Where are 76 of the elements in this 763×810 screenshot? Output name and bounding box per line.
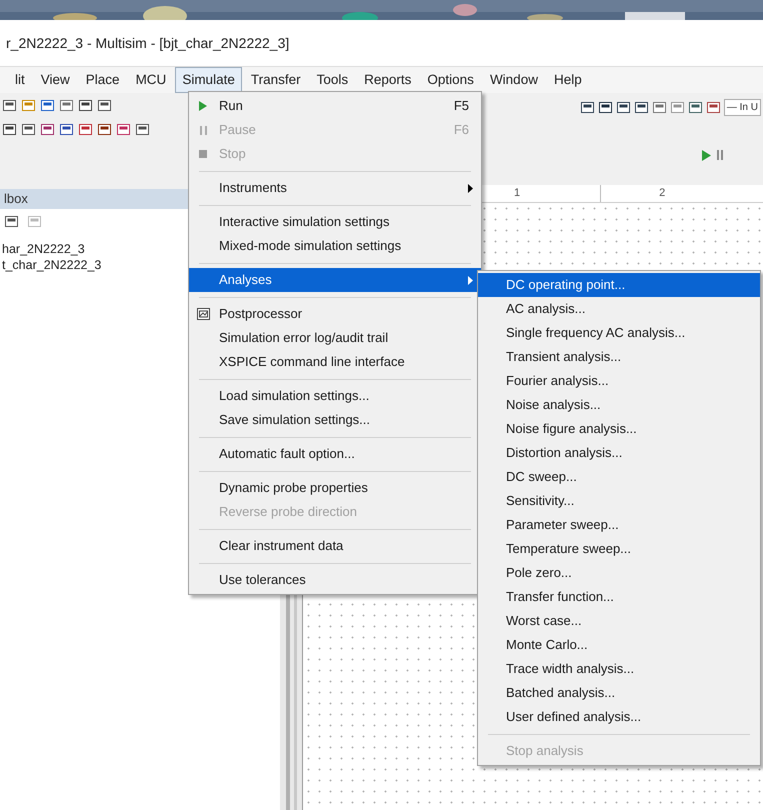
menu-bar-item[interactable]: Transfer <box>244 66 308 94</box>
menu-item[interactable]: DC operating point... <box>478 273 760 297</box>
menu-item[interactable]: Analyses <box>189 268 481 292</box>
menu-item[interactable]: Mixed-mode simulation settings <box>189 234 481 258</box>
toolbar-icon[interactable] <box>135 122 150 136</box>
menu-bar-item[interactable]: Window <box>482 66 545 94</box>
menu-item[interactable]: Instruments <box>189 176 481 200</box>
toolbar-icon[interactable] <box>688 100 703 114</box>
menu-item[interactable]: Sensitivity... <box>478 489 760 513</box>
menu-item[interactable]: Automatic fault option... <box>189 442 481 466</box>
toolbar-icon[interactable] <box>21 122 36 136</box>
menu-item[interactable]: Load simulation settings... <box>189 384 481 408</box>
zoom-combo[interactable]: — In U <box>724 98 761 116</box>
menu-item[interactable]: User defined analysis... <box>478 705 760 729</box>
toolbar-icon[interactable] <box>97 98 112 112</box>
toolbar-icon[interactable] <box>78 98 93 112</box>
submenu-arrow-icon <box>468 276 473 284</box>
menu-item[interactable]: Transfer function... <box>478 585 760 609</box>
menu-item[interactable]: Temperature sweep... <box>478 537 760 561</box>
menu-item[interactable]: Distortion analysis... <box>478 441 760 465</box>
menu-item[interactable]: Dynamic probe properties <box>189 476 481 500</box>
toolbar-icon[interactable] <box>634 100 649 114</box>
menu-item[interactable]: Single frequency AC analysis... <box>478 321 760 345</box>
panel-title: lbox <box>3 190 28 208</box>
toolbar-icon[interactable] <box>706 100 721 114</box>
toolbar-icon[interactable] <box>4 214 19 228</box>
menu-item[interactable]: Monte Carlo... <box>478 633 760 657</box>
ruler-label: 2 <box>659 186 666 202</box>
menu-item[interactable]: Run F5 <box>189 94 481 118</box>
menu-bar-item[interactable]: View <box>34 66 77 94</box>
window-title: r_2N2222_3 - Multisim - [bjt_char_2N2222_3] <box>6 34 290 53</box>
toolbar-icon[interactable] <box>580 100 595 114</box>
menu-item[interactable]: Use tolerances <box>189 568 481 592</box>
menu-bar-item[interactable]: Tools <box>310 66 356 94</box>
menu-item[interactable]: Batched analysis... <box>478 681 760 705</box>
menu-bar-item[interactable]: Reports <box>357 66 418 94</box>
menu-item[interactable]: Clear instrument data <box>189 534 481 558</box>
menu-item[interactable]: Transient analysis... <box>478 345 760 369</box>
menu-item[interactable]: AC analysis... <box>478 297 760 321</box>
toolbar-icon[interactable] <box>598 100 613 114</box>
menu-item[interactable]: Interactive simulation settings <box>189 210 481 234</box>
toolbar-icon[interactable] <box>2 122 17 136</box>
toolbar-icon[interactable] <box>40 98 55 112</box>
stop-icon <box>199 150 207 158</box>
pause-icon <box>200 126 206 134</box>
menu-bar-item[interactable]: MCU <box>128 66 174 94</box>
toolbar-icon[interactable] <box>78 122 93 136</box>
menu-item[interactable]: Trace width analysis... <box>478 657 760 681</box>
menu-bar-item[interactable]: lit <box>8 66 32 94</box>
pause-icon[interactable] <box>717 150 723 160</box>
toolbar-icon[interactable] <box>616 100 631 114</box>
menu-item[interactable]: Noise analysis... <box>478 393 760 417</box>
menu-bar-item[interactable]: Options <box>420 66 481 94</box>
menu-bar-item[interactable]: Place <box>78 66 127 94</box>
menu-item[interactable]: DC sweep... <box>478 465 760 489</box>
toolbar-icon[interactable] <box>2 98 17 112</box>
toolbar-icon[interactable] <box>40 122 55 136</box>
menu-bar-item[interactable]: Help <box>546 66 589 94</box>
menu-item[interactable]: Worst case... <box>478 609 760 633</box>
play-icon[interactable] <box>702 150 711 160</box>
menu-item[interactable]: Noise figure analysis... <box>478 417 760 441</box>
menu-bar-item[interactable]: Simulate <box>175 66 242 94</box>
toolbar-icon[interactable] <box>116 122 131 136</box>
submenu-arrow-icon <box>468 184 473 192</box>
menu-item[interactable]: Pole zero... <box>478 561 760 585</box>
toolbar-icon[interactable] <box>59 122 74 136</box>
toolbar-icon[interactable] <box>97 122 112 136</box>
ruler-label: 1 <box>514 186 520 202</box>
menu-item[interactable]: Fourier analysis... <box>478 369 760 393</box>
chart-icon <box>196 308 210 320</box>
menu-item[interactable]: Save simulation settings... <box>189 408 481 432</box>
play-icon <box>199 101 207 111</box>
menu-item[interactable]: Postprocessor <box>189 302 481 326</box>
menu-item[interactable]: Simulation error log/audit trail <box>189 326 481 350</box>
menu-item[interactable]: XSPICE command line interface <box>189 350 481 374</box>
menu-item[interactable]: Parameter sweep... <box>478 513 760 537</box>
